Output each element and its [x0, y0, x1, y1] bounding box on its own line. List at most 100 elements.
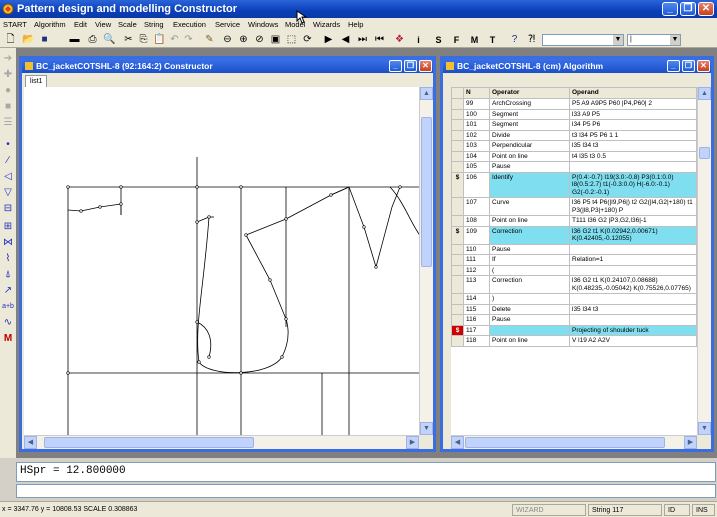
- table-row[interactable]: 99 ArchCrossing P5 A9 A9P5 P60 |P4,P60| 2: [451, 98, 697, 110]
- row-operand[interactable]: [569, 161, 697, 173]
- canvas-horizontal-scrollbar[interactable]: ◀ ▶: [24, 435, 419, 449]
- row-marker[interactable]: [451, 264, 464, 276]
- undo-icon[interactable]: ↶: [168, 33, 181, 47]
- square-icon[interactable]: ■: [2, 100, 14, 114]
- toolbar-s-button[interactable]: S: [432, 33, 445, 47]
- toolbar-i-button[interactable]: i: [412, 33, 425, 47]
- row-marker[interactable]: [451, 275, 464, 294]
- row-operand[interactable]: V l19 A2 A2V: [569, 335, 697, 347]
- new-file-icon[interactable]: 🗋: [4, 33, 17, 47]
- rectangle-icon[interactable]: ⊟: [2, 202, 14, 216]
- zoom-fit-icon[interactable]: ▣: [269, 33, 282, 47]
- tuck-tool-icon[interactable]: ⍋: [2, 268, 14, 282]
- constructor-titlebar[interactable]: BC_jacketCOTSHL-8 (92:164:2) Constructor…: [22, 59, 433, 73]
- scroll-right-icon[interactable]: ▶: [684, 436, 697, 449]
- table-row[interactable]: 112(: [451, 264, 697, 276]
- table-row[interactable]: 116 Pause: [451, 314, 697, 326]
- table-row[interactable]: $106 Identify P(0.4:-0.7) l19(3.0:-0.8) P3…: [451, 171, 697, 198]
- table-row[interactable]: 110 Pause: [451, 243, 697, 255]
- row-marker[interactable]: $: [451, 225, 464, 245]
- scroll-down-icon[interactable]: ▼: [698, 422, 711, 435]
- triangle-icon[interactable]: ▽: [2, 186, 14, 200]
- menu-windows[interactable]: Windows: [248, 20, 278, 29]
- table-row[interactable]: 103 Perpendicular l35 l34 t3: [451, 140, 697, 152]
- close-button[interactable]: ✕: [697, 60, 710, 72]
- row-operator[interactable]: Point on line: [489, 150, 570, 162]
- row-operand[interactable]: l36 G2 t1 K(0.24107,0.08688) K(0.48235,-…: [569, 275, 697, 294]
- table-row[interactable]: 104 Point on line t4 l35 t3 0.5: [451, 150, 697, 162]
- menu-string[interactable]: String: [144, 20, 164, 29]
- toolbar-t-button[interactable]: T: [486, 33, 499, 47]
- row-operand[interactable]: P5 A9 A9P5 P60 |P4,P60| 2: [569, 98, 697, 110]
- row-marker[interactable]: [451, 293, 464, 305]
- row-number[interactable]: 117: [463, 324, 490, 336]
- column-header-operator[interactable]: Operator: [489, 87, 570, 99]
- row-operator[interactable]: ): [489, 293, 570, 305]
- zoom-window-icon[interactable]: ⬚: [285, 33, 298, 47]
- row-number[interactable]: 114: [463, 293, 490, 305]
- maximize-button[interactable]: ❐: [682, 60, 695, 72]
- row-marker[interactable]: [451, 150, 464, 162]
- cross-tool-icon[interactable]: ⋈: [2, 236, 14, 250]
- list-icon[interactable]: ☰: [2, 116, 14, 130]
- row-marker[interactable]: [451, 129, 464, 141]
- row-operator[interactable]: Curve: [489, 197, 570, 216]
- minimize-button[interactable]: _: [667, 60, 680, 72]
- step-forward-end-icon[interactable]: ⏭: [356, 33, 369, 47]
- table-row[interactable]: 114): [451, 293, 697, 305]
- row-operator[interactable]: Correction: [489, 275, 570, 294]
- row-operator[interactable]: ArchCrossing: [489, 98, 570, 110]
- row-operand[interactable]: l35 l34 t3: [569, 303, 697, 315]
- row-marker[interactable]: [451, 161, 464, 173]
- row-operator[interactable]: (: [489, 264, 570, 276]
- palette-icon[interactable]: ❖: [393, 33, 406, 47]
- row-operand[interactable]: l36 G2 t1 K(0.02942,0.00671) K(0.42405,-…: [569, 225, 697, 245]
- scroll-up-icon[interactable]: ▲: [698, 87, 711, 100]
- table-row[interactable]: $117 Projecting of shoulder tuck: [451, 324, 697, 336]
- maximize-button[interactable]: ❐: [680, 2, 696, 16]
- menu-view[interactable]: View: [95, 20, 111, 29]
- row-operand[interactable]: t4 l35 t3 0.5: [569, 150, 697, 162]
- circle-icon[interactable]: ●: [2, 84, 14, 98]
- row-number[interactable]: 108: [463, 215, 490, 227]
- print-icon[interactable]: ⎙: [86, 33, 99, 47]
- table-row[interactable]: 108 Point on line T111 l36 G2 |P3,G2,l36|-…: [451, 215, 697, 227]
- play-icon[interactable]: ▶: [322, 33, 335, 47]
- menu-service[interactable]: Service: [215, 20, 240, 29]
- menu-edit[interactable]: Edit: [74, 20, 87, 29]
- angle-icon[interactable]: ◁: [2, 170, 14, 184]
- canvas-vertical-scrollbar[interactable]: ▲ ▼: [419, 87, 433, 435]
- row-operand[interactable]: l33 A9 P5: [569, 108, 697, 120]
- toolbar-m-button[interactable]: M: [468, 33, 481, 47]
- table-row[interactable]: 102 Divide t3 l34 P5 P6 1 1: [451, 129, 697, 141]
- row-number[interactable]: 102: [463, 129, 490, 141]
- row-number[interactable]: 101: [463, 119, 490, 131]
- row-operand[interactable]: [569, 264, 697, 276]
- minimize-button[interactable]: _: [389, 60, 402, 72]
- row-number[interactable]: 110: [463, 243, 490, 255]
- command-input[interactable]: [16, 484, 716, 498]
- scroll-left-icon[interactable]: ◀: [24, 436, 37, 449]
- row-marker[interactable]: $: [451, 171, 464, 198]
- scroll-down-icon[interactable]: ▼: [420, 422, 433, 435]
- row-operator[interactable]: Identify: [489, 171, 570, 198]
- row-marker[interactable]: [451, 254, 464, 266]
- row-number[interactable]: 118: [463, 335, 490, 347]
- row-number[interactable]: 113: [463, 275, 490, 294]
- row-marker[interactable]: [451, 243, 464, 255]
- zoom-refresh-icon[interactable]: ⟳: [301, 33, 314, 47]
- row-operand[interactable]: t3 l34 P5 P6 1 1: [569, 129, 697, 141]
- row-operand[interactable]: [569, 293, 697, 305]
- table-row[interactable]: 101 Segment l34 P5 P6: [451, 119, 697, 131]
- table-row[interactable]: 111 If Relation=1: [451, 254, 697, 266]
- menu-scale[interactable]: Scale: [118, 20, 137, 29]
- row-marker[interactable]: $: [451, 324, 464, 336]
- scroll-left-icon[interactable]: ◀: [451, 436, 464, 449]
- tab-list1[interactable]: list1: [25, 75, 48, 87]
- curve-tool-icon[interactable]: ⌇: [2, 252, 14, 266]
- menu-algorithm[interactable]: Algorithm: [34, 20, 66, 29]
- row-operator[interactable]: Pause: [489, 161, 570, 173]
- row-operator[interactable]: Point on line: [489, 215, 570, 227]
- row-operand[interactable]: l36 P5 t4 P6(|l9,P6|) t2 G2(|l4,G2|+180)…: [569, 197, 697, 216]
- row-operator[interactable]: Correction: [489, 225, 570, 245]
